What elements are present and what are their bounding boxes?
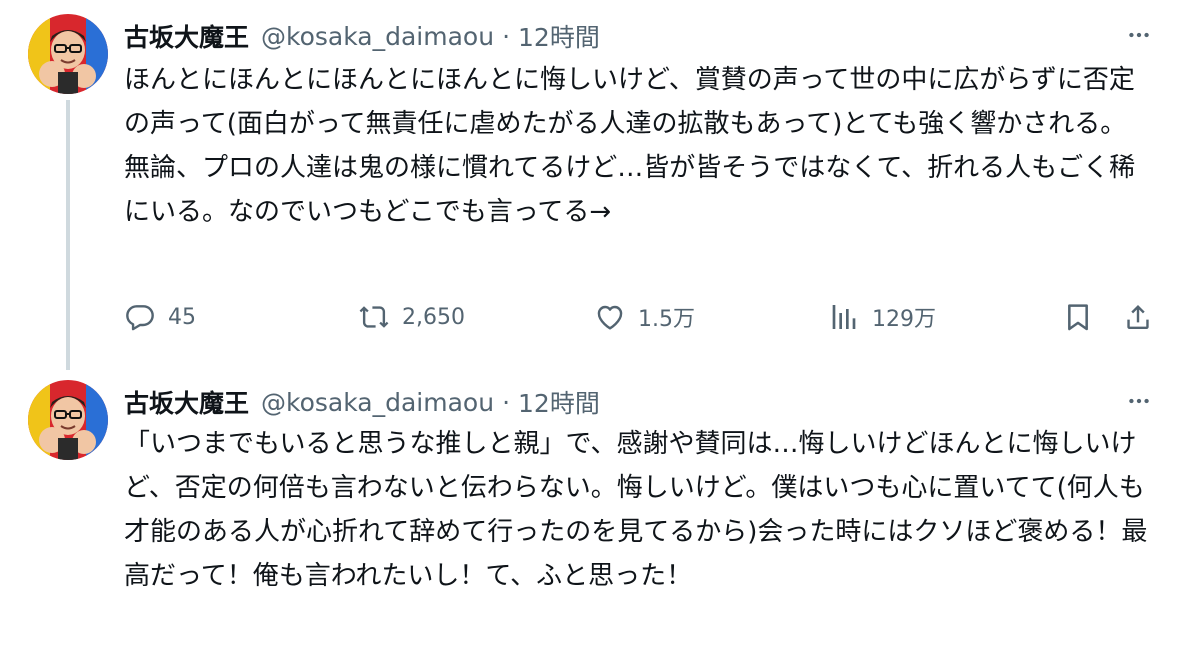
avatar[interactable] [28, 14, 108, 94]
bookmark-button[interactable] [1062, 292, 1094, 342]
author-name[interactable]: 古坂大魔王 [124, 18, 249, 54]
header-separator: · [502, 21, 511, 51]
tweet-paragraph: 無論、プロの人達は鬼の様に慣れてるけど…皆が皆そうではなくて、折れる人もごく稀に… [124, 153, 1136, 227]
tweet[interactable]: 古坂大魔王 @kosaka_daimaou · 12時間 ほんとにほんとにほんと… [0, 0, 1184, 370]
author-name[interactable]: 古坂大魔王 [124, 384, 249, 420]
author-handle[interactable]: @kosaka_daimaou [261, 388, 494, 417]
retweet-arrows-icon [359, 306, 389, 328]
like-count: 1.5万 [638, 307, 695, 332]
retweet-count: 2,650 [402, 304, 465, 330]
retweet-button[interactable]: 2,650 [358, 292, 465, 342]
thread-connector-line [66, 100, 70, 370]
tweet-timestamp[interactable]: 12時間 [518, 18, 600, 54]
like-button[interactable]: 1.5万 [594, 292, 695, 342]
tweet-header: 古坂大魔王 @kosaka_daimaou · 12時間 [124, 18, 600, 54]
avatar-image [28, 14, 108, 94]
more-options-button[interactable] [1122, 384, 1156, 418]
tweet-header: 古坂大魔王 @kosaka_daimaou · 12時間 [124, 384, 600, 420]
reply-button[interactable]: 45 [124, 292, 196, 342]
avatar-image [28, 380, 108, 460]
views-button[interactable]: 129万 [828, 292, 936, 342]
views-bar-chart-icon [832, 305, 856, 329]
tweet-text: ほんとにほんとにほんとにほんとに悔しいけど、賞賛の声って世の中に広がらずに否定の… [124, 58, 1154, 234]
tweet-actions: 45 2,650 1.5万 129万 [124, 292, 1164, 342]
tweet[interactable]: 古坂大魔王 @kosaka_daimaou · 12時間 「いつまでもいると思う… [0, 370, 1184, 650]
author-handle[interactable]: @kosaka_daimaou [261, 22, 494, 51]
bookmark-icon [1068, 304, 1088, 331]
reply-bubble-icon [126, 305, 154, 331]
tweet-text: 「いつまでもいると思うな推しと親」で、感謝や賛同は…悔しいけどほんとに悔しいけど… [124, 422, 1154, 598]
avatar[interactable] [28, 380, 108, 460]
heart-icon [597, 305, 623, 330]
more-dots-icon [1129, 32, 1149, 38]
tweet-paragraph: 「いつまでもいると思うな推しと親」で、感謝や賛同は…悔しいけどほんとに悔しいけど… [124, 429, 1148, 591]
share-button[interactable] [1122, 292, 1154, 342]
tweet-timestamp[interactable]: 12時間 [518, 384, 600, 420]
reply-count: 45 [168, 304, 196, 330]
views-count: 129万 [872, 307, 936, 332]
more-options-button[interactable] [1122, 18, 1156, 52]
header-separator: · [502, 387, 511, 417]
share-upload-icon [1127, 305, 1149, 329]
tweet-paragraph: ほんとにほんとにほんとにほんとに悔しいけど、賞賛の声って世の中に広がらずに否定の… [124, 65, 1135, 139]
more-dots-icon [1129, 398, 1149, 404]
